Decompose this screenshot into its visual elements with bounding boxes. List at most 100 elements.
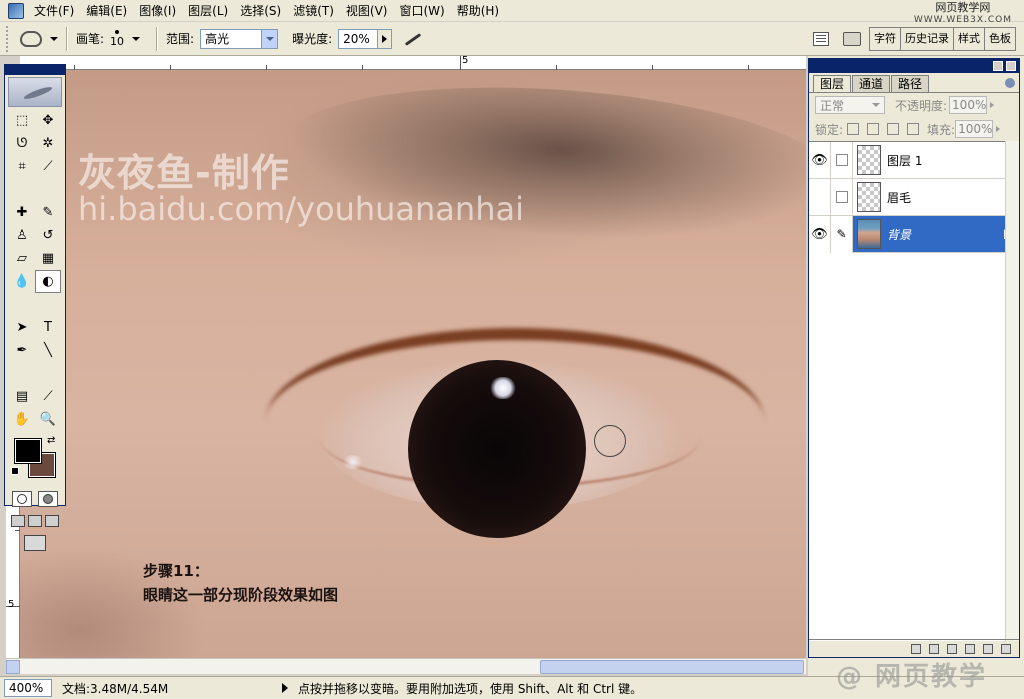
zoom-input[interactable]: 400%: [4, 679, 52, 697]
layer-link-cell[interactable]: [831, 178, 853, 216]
status-hint: 点按并拖移以变暗。要用附加选项，使用 Shift、Alt 和 Ctrl 键。: [298, 681, 643, 696]
lasso-tool-icon[interactable]: ᘎ: [9, 132, 35, 155]
full-screen-menu-mode-icon[interactable]: [27, 515, 42, 527]
gradient-tool-icon[interactable]: ▦: [35, 247, 61, 270]
eye-hidden-cell[interactable]: [809, 178, 831, 216]
quick-mask-mode-icon[interactable]: [38, 491, 58, 507]
tab-paths[interactable]: 路径: [891, 75, 930, 92]
slice-tool-icon[interactable]: ⟋: [35, 155, 61, 178]
brush-preset-picker[interactable]: 10: [110, 30, 124, 47]
eye-icon[interactable]: 👁: [809, 141, 831, 179]
scroll-left-button[interactable]: [6, 660, 20, 674]
exposure-input[interactable]: 20%: [338, 28, 393, 49]
layers-scrollbar[interactable]: [1005, 141, 1019, 641]
lock-position-icon[interactable]: [887, 123, 900, 135]
eyedropper-tool-icon[interactable]: ⟋: [35, 385, 61, 408]
fill-slider-toggle[interactable]: [993, 120, 1003, 138]
brush-dropdown-arrow[interactable]: [132, 36, 141, 41]
layer-row[interactable]: 👁 图层 1: [809, 141, 1019, 179]
history-brush-tool-icon[interactable]: ↺: [35, 224, 61, 247]
swap-colors-icon[interactable]: ⇄: [47, 435, 55, 446]
adjustment-layer-icon[interactable]: [965, 643, 975, 654]
photoshop-app-icon[interactable]: [8, 2, 24, 19]
default-colors-icon[interactable]: [11, 467, 19, 475]
layer-mask-icon[interactable]: [929, 643, 939, 654]
layer-row-selected[interactable]: 👁 ✎ 背景: [809, 215, 1019, 253]
full-screen-mode-icon[interactable]: [45, 515, 60, 527]
line-tool-icon[interactable]: ╲: [35, 339, 61, 362]
standard-mode-icon[interactable]: [12, 491, 32, 507]
blur-tool-icon[interactable]: 💧: [9, 270, 35, 293]
tool-spacer: [9, 178, 61, 182]
marquee-tool-icon[interactable]: ⬚: [9, 109, 35, 132]
opacity-slider-toggle[interactable]: [987, 96, 997, 114]
palette-well: 字符 历史记录 样式 色板: [869, 27, 1016, 51]
tab-channels[interactable]: 通道: [852, 75, 891, 92]
status-menu-arrow-icon[interactable]: [282, 683, 288, 693]
blend-mode-select[interactable]: 正常: [815, 96, 885, 114]
menu-image[interactable]: 图像(I): [133, 1, 182, 21]
menu-filter[interactable]: 滤镜(T): [287, 1, 340, 21]
file-browser-icon[interactable]: [843, 32, 861, 46]
lock-all-icon[interactable]: [907, 123, 920, 135]
document-canvas[interactable]: 灰夜鱼-制作 hi.baidu.com/youhuananhai 步骤11： 眼…: [20, 70, 806, 658]
move-tool-icon[interactable]: ✥: [35, 109, 61, 132]
lock-pixels-icon[interactable]: [867, 123, 880, 135]
brush-tool-icon[interactable]: ✎: [35, 201, 61, 224]
foreground-color-swatch[interactable]: [14, 438, 42, 464]
notes-tool-icon[interactable]: ▤: [9, 385, 35, 408]
pen-tool-icon[interactable]: ✒: [9, 339, 35, 362]
crop-tool-icon[interactable]: ⌗: [9, 155, 35, 178]
standard-screen-mode-icon[interactable]: [10, 515, 25, 527]
close-icon[interactable]: [1006, 61, 1016, 71]
palette-options-icon[interactable]: [1005, 78, 1015, 88]
new-group-icon[interactable]: [947, 643, 957, 654]
path-select-tool-icon[interactable]: ➤: [9, 316, 35, 339]
opacity-input[interactable]: 100%: [949, 96, 988, 114]
trash-icon[interactable]: [1001, 643, 1011, 654]
feather-logo[interactable]: [8, 77, 62, 107]
palette-menu-icon[interactable]: [813, 32, 829, 46]
tool-preset-picker[interactable]: [20, 30, 58, 47]
new-layer-icon[interactable]: [983, 643, 993, 654]
range-select[interactable]: 高光: [200, 28, 279, 49]
healing-brush-tool-icon[interactable]: ✚: [9, 201, 35, 224]
well-tab-history[interactable]: 历史记录: [901, 28, 954, 50]
menu-view[interactable]: 视图(V): [340, 1, 394, 21]
paintbrush-icon[interactable]: ✎: [831, 215, 853, 253]
fill-input[interactable]: 100%: [955, 120, 994, 138]
menu-edit[interactable]: 编辑(E): [80, 1, 133, 21]
eraser-tool-icon[interactable]: ▱: [9, 247, 35, 270]
lock-transparency-icon[interactable]: [847, 123, 860, 135]
horizontal-scrollbar[interactable]: [6, 658, 806, 674]
airbrush-icon[interactable]: [402, 29, 424, 49]
zoom-tool-icon[interactable]: 🔍: [35, 408, 61, 431]
horizontal-ruler[interactable]: 5: [20, 56, 806, 70]
eye-icon[interactable]: 👁: [809, 215, 831, 253]
magic-wand-tool-icon[interactable]: ✲: [35, 132, 61, 155]
document-size[interactable]: 文档:3.48M/4.54M: [62, 680, 272, 697]
menu-select[interactable]: 选择(S): [234, 1, 287, 21]
layer-style-icon[interactable]: [911, 643, 921, 654]
menu-file[interactable]: 文件(F): [28, 1, 80, 21]
clone-stamp-tool-icon[interactable]: ♙: [9, 224, 35, 247]
layer-row[interactable]: 眉毛: [809, 178, 1019, 216]
hand-tool-icon[interactable]: ✋: [9, 408, 35, 431]
options-grip[interactable]: [6, 25, 10, 52]
exposure-slider-toggle[interactable]: [377, 29, 392, 48]
tab-layers[interactable]: 图层: [813, 75, 852, 92]
well-tab-swatches[interactable]: 色板: [985, 28, 1015, 50]
burn-tool-icon[interactable]: ◐: [35, 270, 61, 293]
jump-to-imageready-icon[interactable]: [24, 535, 46, 551]
menu-help[interactable]: 帮助(H): [451, 1, 505, 21]
minimize-icon[interactable]: [993, 61, 1003, 71]
scrollbar-thumb[interactable]: [540, 660, 804, 674]
type-tool-icon[interactable]: T: [35, 316, 61, 339]
menu-window[interactable]: 窗口(W): [393, 1, 450, 21]
toolbox-title-bar[interactable]: [5, 65, 65, 75]
well-tab-styles[interactable]: 样式: [954, 28, 985, 50]
layers-palette-title-bar[interactable]: [809, 59, 1019, 73]
well-tab-character[interactable]: 字符: [870, 28, 901, 50]
menu-layer[interactable]: 图层(L): [182, 1, 234, 21]
layer-link-cell[interactable]: [831, 141, 853, 179]
